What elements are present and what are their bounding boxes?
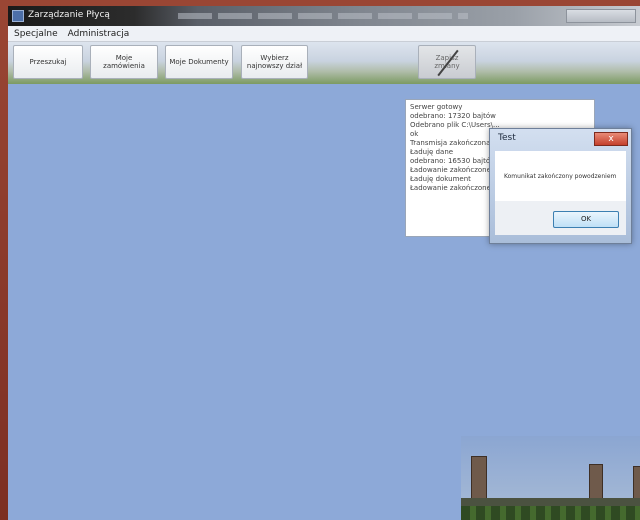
latest-section-button[interactable]: Wybierz najnowszy dział (241, 45, 308, 79)
desktop-wallpaper-castle (461, 436, 640, 520)
my-documents-button-label: Moje Dokumenty (169, 58, 229, 66)
wallpaper-trees (461, 506, 640, 520)
dialog-footer: OK (495, 201, 626, 235)
window-title: Zarządzanie Płycą (28, 10, 110, 20)
message-dialog: Test x Komunikat zakończony powodzeniem … (489, 128, 632, 244)
close-icon[interactable]: x (594, 132, 628, 146)
window-app-icon (12, 10, 24, 22)
search-button-label: Przeszukaj (29, 58, 67, 66)
my-orders-button[interactable]: Moje zamówienia (90, 45, 158, 79)
toolbar: Przeszukaj Moje zamówienia Moje Dokument… (8, 42, 640, 84)
save-changes-button[interactable]: Zapisz zmiany (418, 45, 476, 79)
menu-item-specjalne[interactable]: Specjalne (14, 29, 58, 39)
window-controls[interactable] (566, 9, 636, 23)
search-button[interactable]: Przeszukaj (13, 45, 83, 79)
latest-section-button-label: Wybierz najnowszy dział (246, 54, 303, 70)
dialog-body: Komunikat zakończony powodzeniem (495, 151, 626, 201)
menu-bar: Specjalne Administracja (8, 26, 640, 42)
title-bar[interactable]: Zarządzanie Płycą (8, 6, 640, 26)
dialog-message: Komunikat zakończony powodzeniem (504, 173, 617, 180)
log-line: odebrano: 17320 bajtów (410, 112, 496, 120)
dialog-title: Test (498, 133, 516, 143)
my-documents-button[interactable]: Moje Dokumenty (165, 45, 233, 79)
menu-item-administracja[interactable]: Administracja (68, 29, 130, 39)
my-orders-button-label: Moje zamówienia (103, 54, 145, 70)
log-line: Serwer gotowy (410, 103, 463, 111)
ok-button[interactable]: OK (553, 211, 619, 228)
title-bar-blurred-region (178, 13, 468, 19)
